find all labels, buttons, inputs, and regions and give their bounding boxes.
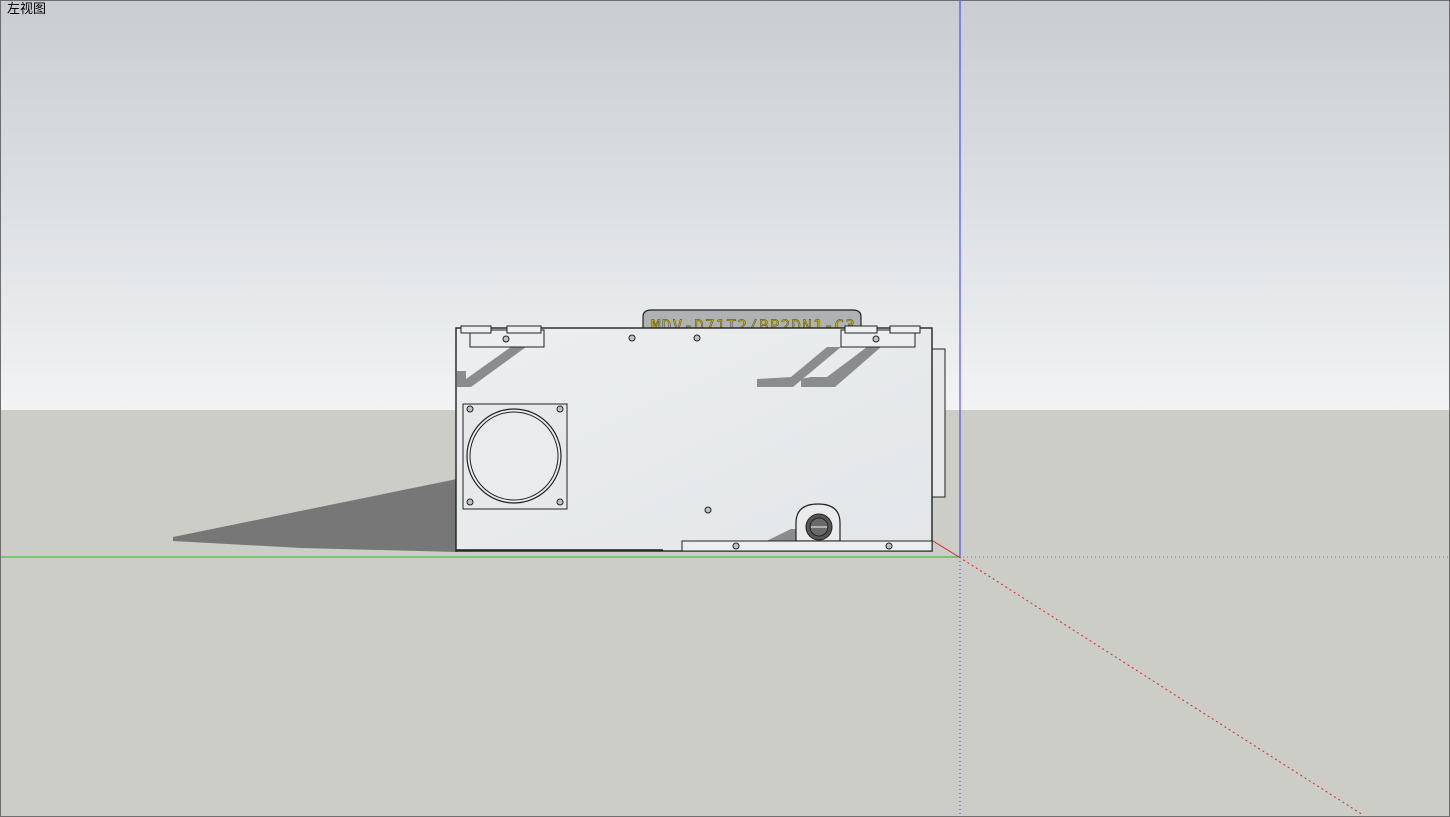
model-ground-shadow bbox=[173, 479, 457, 552]
scene-canvas[interactable]: MDV-D71T2/BP2DN1-C3 bbox=[1, 1, 1450, 817]
round-duct-port-icon[interactable] bbox=[462, 403, 568, 510]
screw bbox=[693, 334, 701, 342]
side-panel bbox=[930, 348, 946, 498]
bottom-rail bbox=[681, 540, 933, 552]
indoor-unit-body[interactable] bbox=[455, 325, 933, 552]
view-name-label: 左视图 bbox=[7, 2, 47, 17]
modeling-viewport[interactable]: MDV-D71T2/BP2DN1-C3 bbox=[0, 0, 1450, 817]
screw bbox=[628, 334, 636, 342]
red-axis bbox=[932, 540, 960, 558]
drain-outlet-icon[interactable] bbox=[795, 503, 841, 542]
red-axis-hidden bbox=[958, 556, 1364, 816]
screw bbox=[704, 506, 712, 514]
